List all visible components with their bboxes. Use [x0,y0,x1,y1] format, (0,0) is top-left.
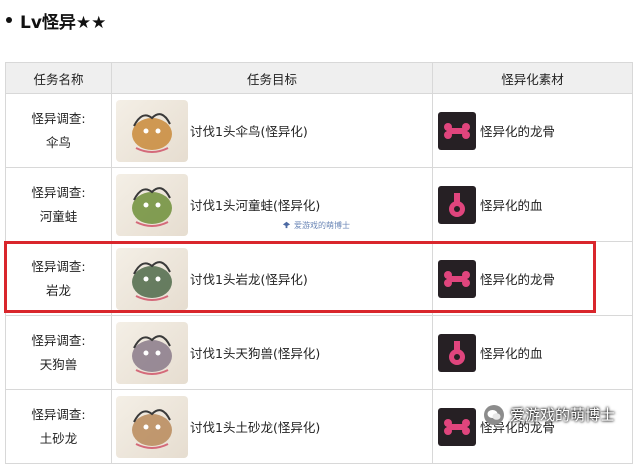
table-row: 怪异调查: 岩龙 讨伐1头岩龙(怪异化) 怪异化的龙骨 [5,241,633,316]
bone-icon [438,259,476,298]
monster-thumbnail [116,247,188,310]
header-quest-target: 任务目标 [111,62,433,94]
monster-thumbnail [116,99,188,162]
monster-thumbnail [116,395,188,458]
section-heading: Lv怪异★★ [4,6,106,34]
monster-name: 伞鸟 [45,134,71,150]
table-row: 怪异调查: 天狗兽 讨伐1头天狗兽(怪异化) 怪异化的血 [5,315,633,390]
quest-name-cell: 怪异调查: 天狗兽 [5,315,112,390]
material-cell: 怪异化的血 [432,167,633,242]
quest-name-cell: 怪异调查: 伞鸟 [5,93,112,168]
monster-thumbnail [116,173,188,236]
material-name: 怪异化的血 [480,346,543,361]
monster-name: 岩龙 [45,282,71,298]
material-name: 怪异化的龙骨 [480,272,556,287]
wechat-icon [484,404,504,425]
watermark: 爱游戏的萌博士 [282,220,350,231]
bone-icon [438,111,476,150]
table-header-row: 任务名称 任务目标 怪异化素材 [5,62,633,94]
material-cell: 怪异化的龙骨 [432,241,633,316]
watermark-text: 爱游戏的萌博士 [294,221,350,230]
monster-name: 土砂龙 [39,430,78,446]
wechat-badge: 爱游戏的萌博士 [484,404,615,425]
quest-prefix: 怪异调查: [31,406,86,422]
quest-target-cell: 讨伐1头天狗兽(怪异化) [111,315,433,390]
blood-flask-icon [438,185,476,224]
hat-icon [282,220,291,231]
monster-name: 天狗兽 [39,356,78,372]
header-quest-name: 任务名称 [5,62,112,94]
quest-target-cell: 讨伐1头河童蛙(怪异化) [111,167,433,242]
section-title: Lv怪异★★ [20,12,107,33]
table-row: 怪异调查: 土砂龙 讨伐1头土砂龙(怪异化) 怪异化的龙骨 [5,389,633,464]
quest-target-text: 讨伐1头岩龙(怪异化) [190,272,308,287]
quest-target-cell: 讨伐1头土砂龙(怪异化) [111,389,433,464]
material-cell: 怪异化的血 [432,315,633,390]
quest-target-text: 讨伐1头天狗兽(怪异化) [190,346,321,361]
monster-name: 河童蛙 [39,208,78,224]
bone-icon [438,407,476,446]
bullet [6,17,12,23]
quest-name-cell: 怪异调查: 岩龙 [5,241,112,316]
material-cell: 怪异化的龙骨 [432,93,633,168]
quest-prefix: 怪异调查: [31,332,86,348]
quest-target-cell: 讨伐1头伞鸟(怪异化) [111,93,433,168]
header-material: 怪异化素材 [432,62,633,94]
wechat-text: 爱游戏的萌博士 [510,406,616,424]
quest-target-text: 讨伐1头伞鸟(怪异化) [190,124,308,139]
quest-target-cell: 讨伐1头岩龙(怪异化) [111,241,433,316]
material-name: 怪异化的龙骨 [480,124,556,139]
quest-name-cell: 怪异调查: 土砂龙 [5,389,112,464]
material-cell: 怪异化的龙骨 [432,389,633,464]
material-name: 怪异化的血 [480,198,543,213]
quest-prefix: 怪异调查: [31,258,86,274]
quest-prefix: 怪异调查: [31,184,86,200]
quest-name-cell: 怪异调查: 河童蛙 [5,167,112,242]
monster-thumbnail [116,321,188,384]
quest-target-text: 讨伐1头河童蛙(怪异化) [190,198,321,213]
quest-prefix: 怪异调查: [31,110,86,126]
blood-flask-icon [438,333,476,372]
table-row: 怪异调查: 伞鸟 讨伐1头伞鸟(怪异化) 怪异化的龙骨 [5,93,633,168]
quest-target-text: 讨伐1头土砂龙(怪异化) [190,420,321,435]
